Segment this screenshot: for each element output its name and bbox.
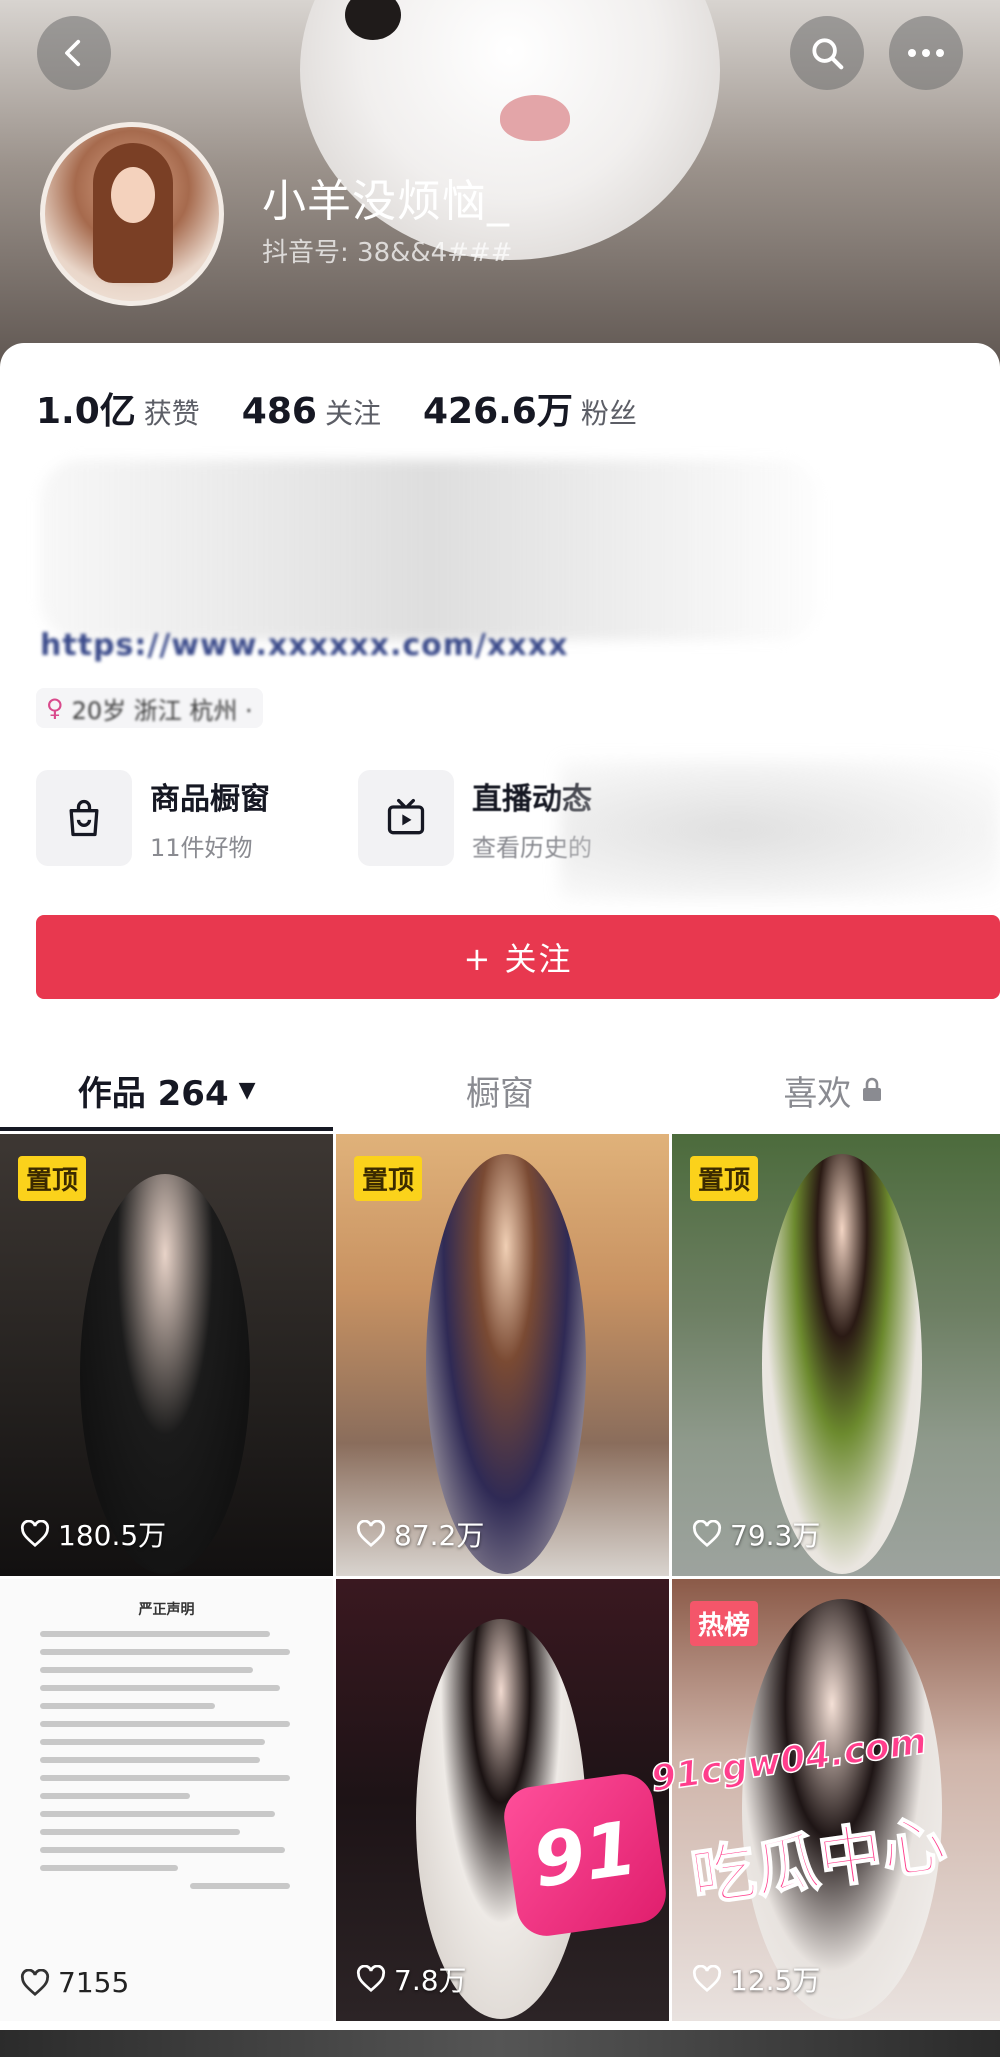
following-count[interactable]: 486 — [242, 391, 317, 432]
like-count: 180.5万 — [20, 1514, 166, 1554]
back-icon — [65, 39, 81, 67]
live-history-entry[interactable]: 直播动态 查看历史的 — [358, 770, 592, 866]
like-count-value: 12.5万 — [730, 1964, 821, 1997]
heart-icon — [692, 1520, 722, 1548]
watermark-url: 91cgw04.com — [648, 1720, 930, 1801]
like-count-value: 7155 — [58, 1966, 130, 1999]
follow-button[interactable]: + 关注 — [36, 915, 1000, 999]
likes-count[interactable]: 1.0亿 — [36, 382, 136, 434]
more-icon — [908, 49, 944, 57]
like-count-value: 7.8万 — [394, 1964, 467, 1997]
bio-link[interactable]: https://www.xxxxxx.com/xxxx — [40, 628, 830, 670]
next-row-peek — [0, 2030, 1000, 2057]
watermark-logo: 91 — [500, 1770, 670, 1940]
bio-redacted-area — [40, 460, 820, 640]
like-count-value: 87.2万 — [394, 1519, 485, 1552]
video-thumbnail[interactable]: 严正声明 7155 — [0, 1579, 333, 2021]
thumbnail-figure — [426, 1154, 586, 1574]
like-count: 79.3万 — [692, 1514, 820, 1554]
redacted-smear — [560, 760, 1000, 900]
tab-showcase-label: 橱窗 — [465, 1073, 534, 1114]
shop-window-entry[interactable]: 商品橱窗 11件好物 — [36, 770, 270, 866]
followers-label: 粉丝 — [580, 397, 637, 430]
avatar-face — [111, 167, 155, 223]
heart-icon — [356, 1520, 386, 1548]
likes-label: 获赞 — [143, 397, 200, 430]
thumbnail-figure — [762, 1154, 922, 1574]
lock-icon — [863, 1077, 882, 1101]
nickname: 小羊没烦恼_ — [262, 176, 510, 227]
heart-icon — [20, 1520, 50, 1548]
pinned-badge: 置顶 — [354, 1156, 423, 1201]
content-tabs: 作品 264 ▼ 橱窗 喜欢 — [0, 1050, 1000, 1130]
avatar[interactable] — [40, 122, 224, 306]
tab-likes[interactable]: 喜欢 — [667, 1050, 1000, 1130]
like-count: 12.5万 — [692, 1959, 820, 1999]
heart-icon — [356, 1965, 386, 1993]
pinned-badge: 置顶 — [690, 1156, 759, 1201]
like-count-value: 79.3万 — [730, 1519, 821, 1552]
live-icon-box — [358, 770, 454, 866]
document-body — [40, 1631, 290, 1901]
like-count: 7155 — [20, 1966, 129, 1999]
hot-badge: 热榜 — [690, 1601, 759, 1646]
back-button[interactable] — [37, 16, 111, 90]
document-title: 严正声明 — [138, 1602, 195, 1618]
tab-works-label: 作品 264 — [77, 1073, 229, 1114]
followers-count[interactable]: 426.6万 — [423, 382, 573, 434]
video-thumbnail[interactable]: 置顶 79.3万 — [672, 1134, 1000, 1576]
heart-icon — [20, 1968, 50, 1996]
like-count: 87.2万 — [356, 1514, 484, 1554]
tab-active-indicator — [0, 1127, 333, 1131]
shop-window-title: 商品橱窗 — [150, 781, 270, 817]
lamb-nose — [500, 95, 570, 141]
pinned-badge: 置顶 — [18, 1156, 87, 1201]
like-count-value: 180.5万 — [58, 1519, 167, 1552]
douyin-id[interactable]: 抖音号: 38&&4### — [262, 232, 513, 269]
stats-row: 1.0亿 获赞 486 关注 426.6万 粉丝 — [36, 382, 679, 432]
tab-showcase[interactable]: 橱窗 — [333, 1050, 666, 1130]
video-thumbnail[interactable]: 置顶 180.5万 — [0, 1134, 333, 1576]
watermark-text: 吃瓜中心 — [686, 1806, 952, 1917]
heart-icon — [692, 1965, 722, 1993]
search-icon — [812, 38, 844, 70]
video-thumbnail[interactable]: 置顶 87.2万 — [336, 1134, 669, 1576]
search-button[interactable] — [790, 16, 864, 90]
shop-icon-box — [36, 770, 132, 866]
watermark: 91 91cgw04.com 吃瓜中心 — [500, 1700, 970, 1960]
tab-works[interactable]: 作品 264 ▼ — [0, 1050, 333, 1130]
following-label: 关注 — [324, 397, 381, 430]
profile-tag-text: 20岁 浙江 杭州 · — [71, 696, 253, 725]
more-button[interactable] — [889, 16, 963, 90]
tab-likes-label: 喜欢 — [783, 1073, 852, 1114]
profile-tag: ♀ 20岁 浙江 杭州 · — [36, 688, 263, 728]
shopping-bag-icon — [69, 799, 99, 837]
female-icon: ♀ — [46, 694, 64, 722]
like-count: 7.8万 — [356, 1959, 467, 1999]
shop-window-subtitle: 11件好物 — [150, 833, 253, 862]
tv-play-icon — [387, 798, 425, 835]
caret-down-icon: ▼ — [238, 1077, 256, 1103]
